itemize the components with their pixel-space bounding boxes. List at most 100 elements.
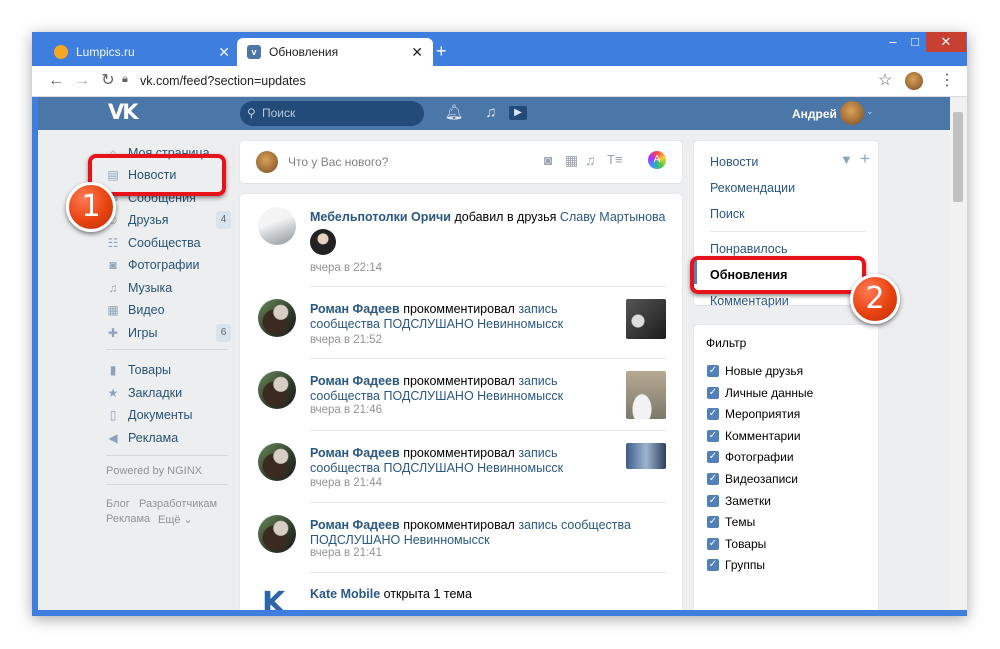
post-thumbnail[interactable] [626, 299, 666, 339]
section-news[interactable]: Новости [710, 155, 758, 169]
avatar[interactable] [258, 371, 296, 409]
sidebar-item-music[interactable]: ♫ Музыка [106, 278, 231, 298]
user-name[interactable]: Андрей [792, 107, 837, 121]
feed-target-link[interactable]: Славу Мартынова [560, 210, 666, 224]
avatar[interactable] [258, 299, 296, 337]
filter-label[interactable]: Товары [725, 537, 766, 551]
checkbox[interactable]: ✓ [707, 516, 719, 528]
filter-icon[interactable]: ▼ [840, 152, 853, 167]
filter-label[interactable]: Видеозаписи [725, 472, 798, 486]
post-composer[interactable]: Что у Вас нового? ◙ ▦ ♫ T≡ A [240, 141, 682, 183]
feed-target-link[interactable]: ПОДСЛУШАНО Невинномысск [383, 389, 563, 403]
music-note-icon[interactable]: ♫ [481, 103, 501, 123]
chevron-down-icon[interactable]: ⌄ [866, 106, 874, 117]
sidebar-item-documents[interactable]: ▯ Документы [106, 405, 231, 425]
feed-author[interactable]: Роман Фадеев [310, 374, 400, 388]
kate-mobile-logo[interactable]: K [262, 586, 285, 610]
feed-author[interactable]: Роман Фадеев [310, 446, 400, 460]
article-attach-icon[interactable]: T≡ [607, 152, 623, 167]
sidebar-item-groups[interactable]: ☷ Сообщества [106, 233, 231, 253]
user-avatar[interactable] [840, 101, 864, 125]
checkbox[interactable]: ✓ [707, 451, 719, 463]
search-input[interactable]: ⚲ Поиск [240, 101, 424, 126]
feed-author[interactable]: Роман Фадеев [310, 302, 400, 316]
feed-time[interactable]: вчера в 21:44 [310, 477, 382, 489]
vk-logo[interactable]: VK [108, 100, 138, 124]
post-thumbnail[interactable] [626, 443, 666, 469]
filter-label[interactable]: Комментарии [725, 429, 801, 443]
checkbox[interactable]: ✓ [707, 408, 719, 420]
filter-label[interactable]: Мероприятия [725, 407, 800, 421]
filter-label[interactable]: Личные данные [725, 386, 813, 400]
footer-link-ads[interactable]: Реклама [106, 513, 150, 525]
checkbox[interactable]: ✓ [707, 473, 719, 485]
reload-icon[interactable]: ↻ [98, 71, 118, 91]
post-thumbnail[interactable] [626, 371, 666, 419]
checkbox[interactable]: ✓ [707, 559, 719, 571]
filter-label[interactable]: Заметки [725, 494, 771, 508]
close-tab-icon[interactable]: ✕ [411, 44, 423, 61]
tab-strip: Lumpics.ru ✕ v Обновления ✕ + – □ ✕ [32, 32, 967, 66]
feed-time[interactable]: вчера в 22:14 [310, 262, 382, 274]
sidebar-item-photos[interactable]: ◙ Фотографии [106, 255, 231, 275]
footer-link-developers[interactable]: Разработчикам [139, 498, 217, 510]
sidebar-item-games[interactable]: ✚ Игры 6 [106, 323, 231, 343]
footer-link-more[interactable]: Ещё ⌄ [158, 513, 193, 526]
footer-link-blog[interactable]: Блог [106, 498, 130, 510]
feed-target-link[interactable]: Невинномысск [404, 533, 490, 547]
friend-avatar[interactable] [310, 229, 336, 255]
scrollbar-thumb[interactable] [953, 112, 963, 202]
filter-label[interactable]: Группы [725, 558, 765, 572]
video-attach-icon[interactable]: ▦ [565, 152, 578, 169]
sidebar-item-label: Музыка [128, 281, 173, 295]
menu-dots-icon[interactable]: ⋮ [937, 71, 957, 91]
profile-avatar[interactable] [905, 72, 923, 90]
section-recommendations[interactable]: Рекомендации [710, 181, 795, 195]
tab-lumpics[interactable]: Lumpics.ru ✕ [44, 38, 240, 66]
feed-time[interactable]: вчера в 21:41 [310, 547, 382, 559]
feed-author[interactable]: Роман Фадеев [310, 518, 400, 532]
back-icon[interactable]: ← [46, 71, 66, 91]
checkbox[interactable]: ✓ [707, 495, 719, 507]
checkbox[interactable]: ✓ [707, 538, 719, 550]
music-attach-icon[interactable]: ♫ [585, 152, 596, 168]
bell-icon[interactable]: 🔔︎ [444, 103, 464, 123]
avatar[interactable] [258, 443, 296, 481]
avatar[interactable] [258, 515, 296, 553]
feed-time[interactable]: вчера в 21:46 [310, 404, 382, 416]
feed-time[interactable]: вчера в 21:52 [310, 334, 382, 346]
checkbox[interactable]: ✓ [707, 365, 719, 377]
filter-label[interactable]: Темы [725, 515, 755, 529]
camera-icon: ◙ [109, 258, 117, 272]
photo-attach-icon[interactable]: ◙ [544, 152, 552, 168]
checkbox[interactable]: ✓ [707, 387, 719, 399]
bookmark-star-icon[interactable]: ☆ [875, 71, 895, 91]
close-window-icon[interactable]: ✕ [926, 32, 966, 52]
sidebar-item-goods[interactable]: ▮ Товары [106, 360, 231, 380]
play-icon[interactable]: ▶ [508, 103, 528, 123]
avatar[interactable] [258, 207, 296, 245]
section-liked[interactable]: Понравилось [710, 242, 788, 256]
feed-author[interactable]: Kate Mobile [310, 587, 380, 601]
sidebar-item-ads[interactable]: ◀ Реклама [106, 428, 231, 448]
forward-icon[interactable]: → [72, 71, 92, 91]
composer-placeholder[interactable]: Что у Вас нового? [288, 155, 388, 169]
close-tab-icon[interactable]: ✕ [218, 44, 230, 61]
new-tab-button[interactable]: + [436, 41, 447, 62]
feed-author[interactable]: Мебельпотолки Оричи [310, 210, 451, 224]
filter-label[interactable]: Фотографии [725, 450, 794, 464]
address-bar[interactable]: vk.com/feed?section=updates [140, 71, 890, 91]
filter-label[interactable]: Новые друзья [725, 364, 803, 378]
sidebar-item-bookmarks[interactable]: ★ Закладки [106, 383, 231, 403]
feed-target-link[interactable]: ПОДСЛУШАНО Невинномысск [383, 461, 563, 475]
add-icon[interactable]: + [860, 149, 870, 169]
checkbox[interactable]: ✓ [707, 430, 719, 442]
feed-target-link[interactable]: ПОДСЛУШАНО Невинномысск [383, 317, 563, 331]
tab-title: Lumpics.ru [76, 45, 135, 59]
section-search[interactable]: Поиск [710, 207, 745, 221]
prisma-icon[interactable]: A [648, 151, 666, 169]
tab-updates[interactable]: v Обновления ✕ [237, 38, 433, 66]
section-comments[interactable]: Комментарии [710, 294, 789, 308]
sidebar-item-video[interactable]: ▦ Видео [106, 300, 231, 320]
sidebar-item-friends[interactable]: ☺ Друзья 4 [106, 210, 231, 230]
